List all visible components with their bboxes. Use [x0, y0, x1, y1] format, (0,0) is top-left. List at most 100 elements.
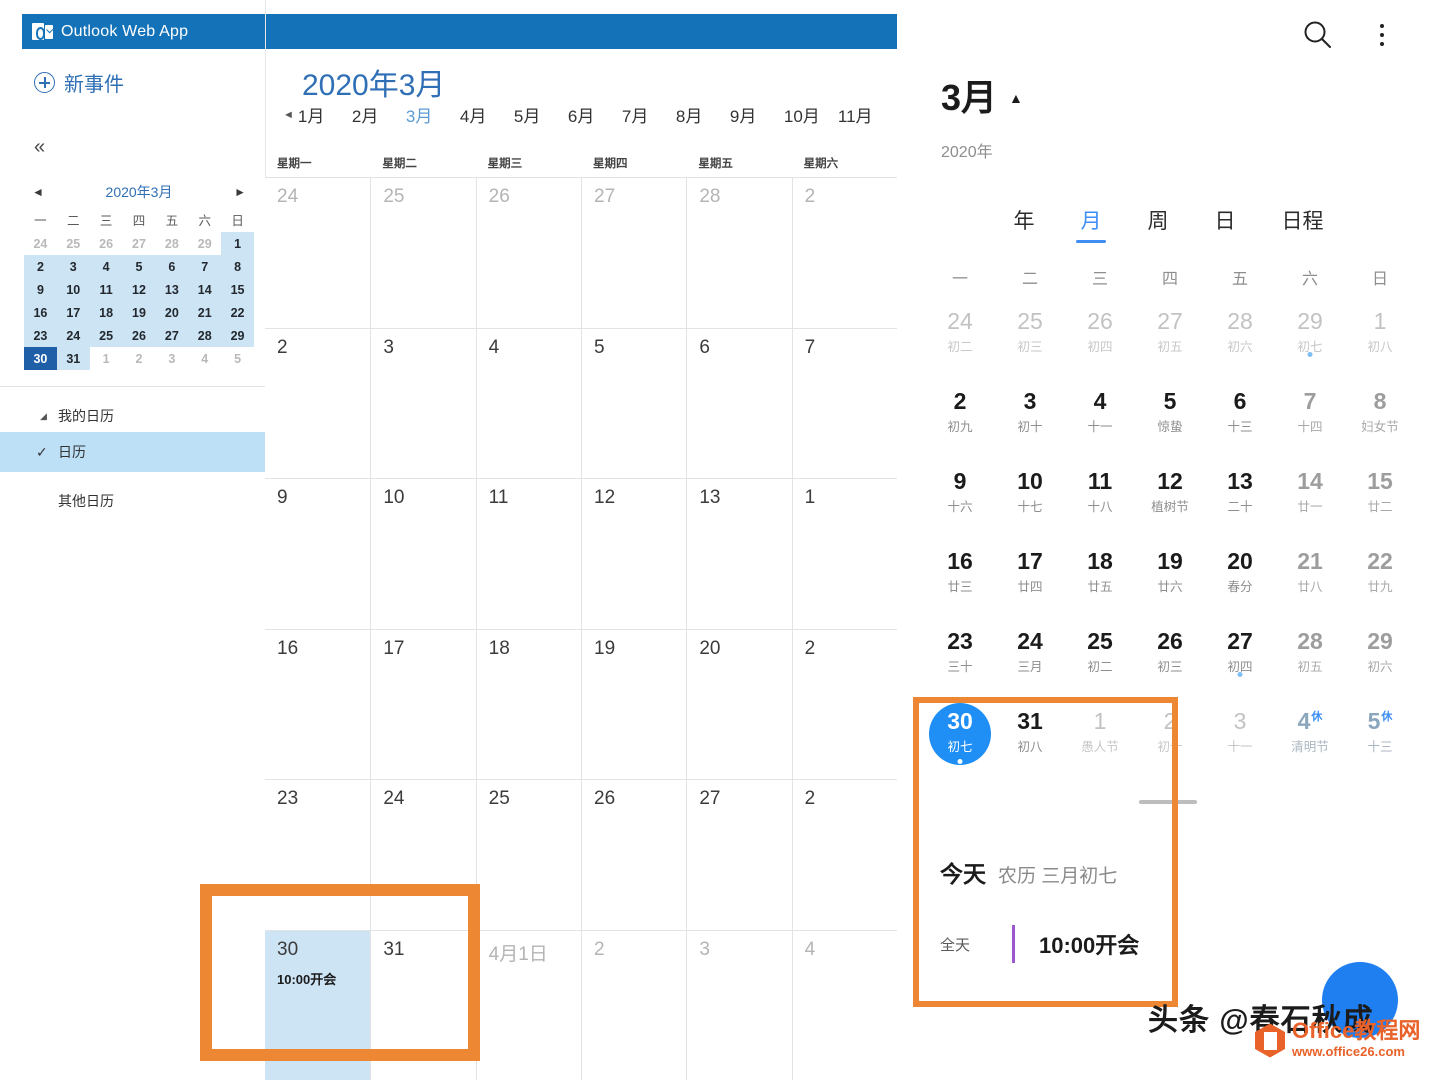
phone-day-cell[interactable]: 12 植树节 [1135, 465, 1205, 545]
calendar-day-cell[interactable]: 10 [370, 479, 476, 629]
mini-day-cell[interactable]: 13 [155, 278, 189, 301]
month-tab-1月[interactable]: 1月 [298, 102, 352, 127]
calendar-day-cell[interactable]: 26 [475, 178, 581, 328]
more-vertical-icon[interactable] [1369, 18, 1395, 52]
mini-day-cell[interactable]: 22 [221, 301, 254, 324]
phone-day-cell[interactable]: 14 廿一 [1275, 465, 1345, 545]
mini-day-cell[interactable]: 26 [90, 232, 123, 255]
mini-day-cell[interactable]: 27 [123, 232, 156, 255]
mini-day-cell[interactable]: 6 [155, 255, 189, 278]
calendar-day-cell[interactable]: 2 [265, 328, 371, 478]
mini-day-cell[interactable]: 9 [24, 278, 57, 301]
phone-day-cell[interactable]: 5休 十三 [1345, 705, 1415, 785]
phone-day-cell[interactable]: 26 初三 [1135, 625, 1205, 705]
phone-day-cell[interactable]: 5 惊蛰 [1135, 385, 1205, 465]
month-tab-3月[interactable]: 3月 [406, 102, 460, 127]
calendar-day-cell[interactable]: 3 [686, 930, 792, 1080]
phone-day-cell[interactable]: 9 十六 [925, 465, 995, 545]
mini-day-cell[interactable]: 29 [188, 232, 221, 255]
phone-day-cell[interactable]: 4休 清明节 [1275, 705, 1345, 785]
phone-day-cell[interactable]: 28 初五 [1275, 625, 1345, 705]
mini-day-cell[interactable]: 24 [24, 232, 57, 255]
calendar-day-cell[interactable]: 9 [265, 479, 371, 629]
mini-day-cell[interactable]: 26 [122, 324, 156, 347]
mini-day-cell[interactable]: 4 [188, 347, 221, 370]
mini-day-cell[interactable]: 20 [155, 301, 189, 324]
mini-day-cell[interactable]: 24 [56, 324, 90, 347]
phone-day-cell[interactable]: 18 廿五 [1065, 545, 1135, 625]
mini-day-cell[interactable]: 29 [221, 324, 254, 347]
month-tab-6月[interactable]: 6月 [568, 102, 622, 127]
mini-day-cell[interactable]: 28 [155, 232, 188, 255]
calendar-day-cell[interactable]: 2 [791, 629, 897, 779]
phone-day-cell[interactable]: 15 廿二 [1345, 465, 1415, 545]
mini-day-cell[interactable]: 14 [188, 278, 222, 301]
phone-day-cell[interactable]: 16 廿三 [925, 545, 995, 625]
phone-day-cell[interactable]: 3 初十 [995, 385, 1065, 465]
phone-day-cell[interactable]: 19 廿六 [1135, 545, 1205, 625]
calendar-day-cell[interactable]: 1 [791, 479, 897, 629]
mini-day-cell[interactable]: 25 [57, 232, 90, 255]
phone-day-cell[interactable]: 26 初四 [1065, 305, 1135, 385]
phone-day-cell[interactable]: 3 十一 [1205, 705, 1275, 785]
mini-day-cell[interactable]: 2 [24, 255, 57, 278]
mini-day-cell[interactable]: 5 [221, 347, 254, 370]
phone-day-cell[interactable]: 24 三月 [995, 625, 1065, 705]
phone-day-cell[interactable]: 21 廿八 [1275, 545, 1345, 625]
phone-tab-周[interactable]: 周 [1148, 205, 1169, 243]
mini-day-cell[interactable]: 4 [89, 255, 123, 278]
phone-day-cell[interactable]: 17 廿四 [995, 545, 1065, 625]
mini-day-cell[interactable]: 11 [89, 278, 123, 301]
mini-day-cell[interactable]: 19 [122, 301, 156, 324]
month-tab-9月[interactable]: 9月 [730, 102, 784, 127]
mini-day-cell[interactable]: 27 [155, 324, 189, 347]
month-tab-7月[interactable]: 7月 [622, 102, 676, 127]
mini-day-cell[interactable]: 16 [24, 301, 57, 324]
phone-day-cell[interactable]: 4 十一 [1065, 385, 1135, 465]
phone-day-cell[interactable]: 10 十七 [995, 465, 1065, 545]
calendar-day-cell[interactable]: 2 [581, 930, 687, 1080]
phone-day-cell[interactable]: 11 十八 [1065, 465, 1135, 545]
calendar-day-cell[interactable]: 7 [791, 328, 897, 478]
search-icon[interactable] [1301, 18, 1335, 52]
calendar-day-cell[interactable]: 25 [370, 178, 476, 328]
mini-day-cell[interactable]: 3 [56, 255, 90, 278]
mini-day-cell[interactable]: 7 [188, 255, 222, 278]
sidebar-item-my-calendars[interactable]: ◢ 我的日历 [0, 396, 266, 436]
calendar-day-cell[interactable]: 28 [686, 178, 792, 328]
calendar-day-cell[interactable]: 20 [686, 629, 792, 779]
collapse-sidebar-icon[interactable]: « [34, 137, 45, 157]
phone-day-cell[interactable]: 28 初六 [1205, 305, 1275, 385]
calendar-day-cell[interactable]: 26 [581, 780, 687, 930]
phone-day-cell[interactable]: 25 初二 [1065, 625, 1135, 705]
phone-tab-月[interactable]: 月 [1081, 205, 1102, 243]
calendar-day-cell[interactable]: 13 [686, 479, 792, 629]
phone-day-cell[interactable]: 29 初六 [1345, 625, 1415, 705]
month-tab-8月[interactable]: 8月 [676, 102, 730, 127]
calendar-day-cell[interactable]: 27 [686, 780, 792, 930]
phone-day-cell[interactable]: 7 十四 [1275, 385, 1345, 465]
mini-day-cell[interactable]: 10 [56, 278, 90, 301]
phone-day-cell[interactable]: 23 三十 [925, 625, 995, 705]
phone-day-cell[interactable]: 2 初九 [925, 385, 995, 465]
phone-tab-日程[interactable]: 日程 [1282, 205, 1324, 243]
calendar-day-cell[interactable]: 24 [265, 178, 371, 328]
mini-day-cell[interactable]: 8 [221, 255, 254, 278]
calendar-day-cell[interactable]: 17 [370, 629, 476, 779]
sidebar-item-calendar[interactable]: ✓ 日历 [0, 432, 266, 472]
mini-day-cell[interactable]: 18 [89, 301, 123, 324]
mini-day-cell[interactable]: 25 [89, 324, 123, 347]
phone-day-cell[interactable]: 22 廿九 [1345, 545, 1415, 625]
phone-day-cell[interactable]: 20 春分 [1205, 545, 1275, 625]
sidebar-item-other-calendars[interactable]: 其他日历 [0, 481, 266, 521]
calendar-day-cell[interactable]: 6 [686, 328, 792, 478]
phone-day-cell[interactable]: 8 妇女节 [1345, 385, 1415, 465]
calendar-day-cell[interactable]: 25 [475, 780, 581, 930]
phone-day-cell[interactable]: 27 初四 [1205, 625, 1275, 705]
mini-calendar-title[interactable]: 2020年3月 [106, 182, 173, 202]
calendar-day-cell[interactable]: 18 [475, 629, 581, 779]
phone-day-cell[interactable]: 25 初三 [995, 305, 1065, 385]
calendar-day-cell[interactable]: 4 [791, 930, 897, 1080]
month-tab-5月[interactable]: 5月 [514, 102, 568, 127]
calendar-day-cell[interactable]: 2 [791, 178, 897, 328]
